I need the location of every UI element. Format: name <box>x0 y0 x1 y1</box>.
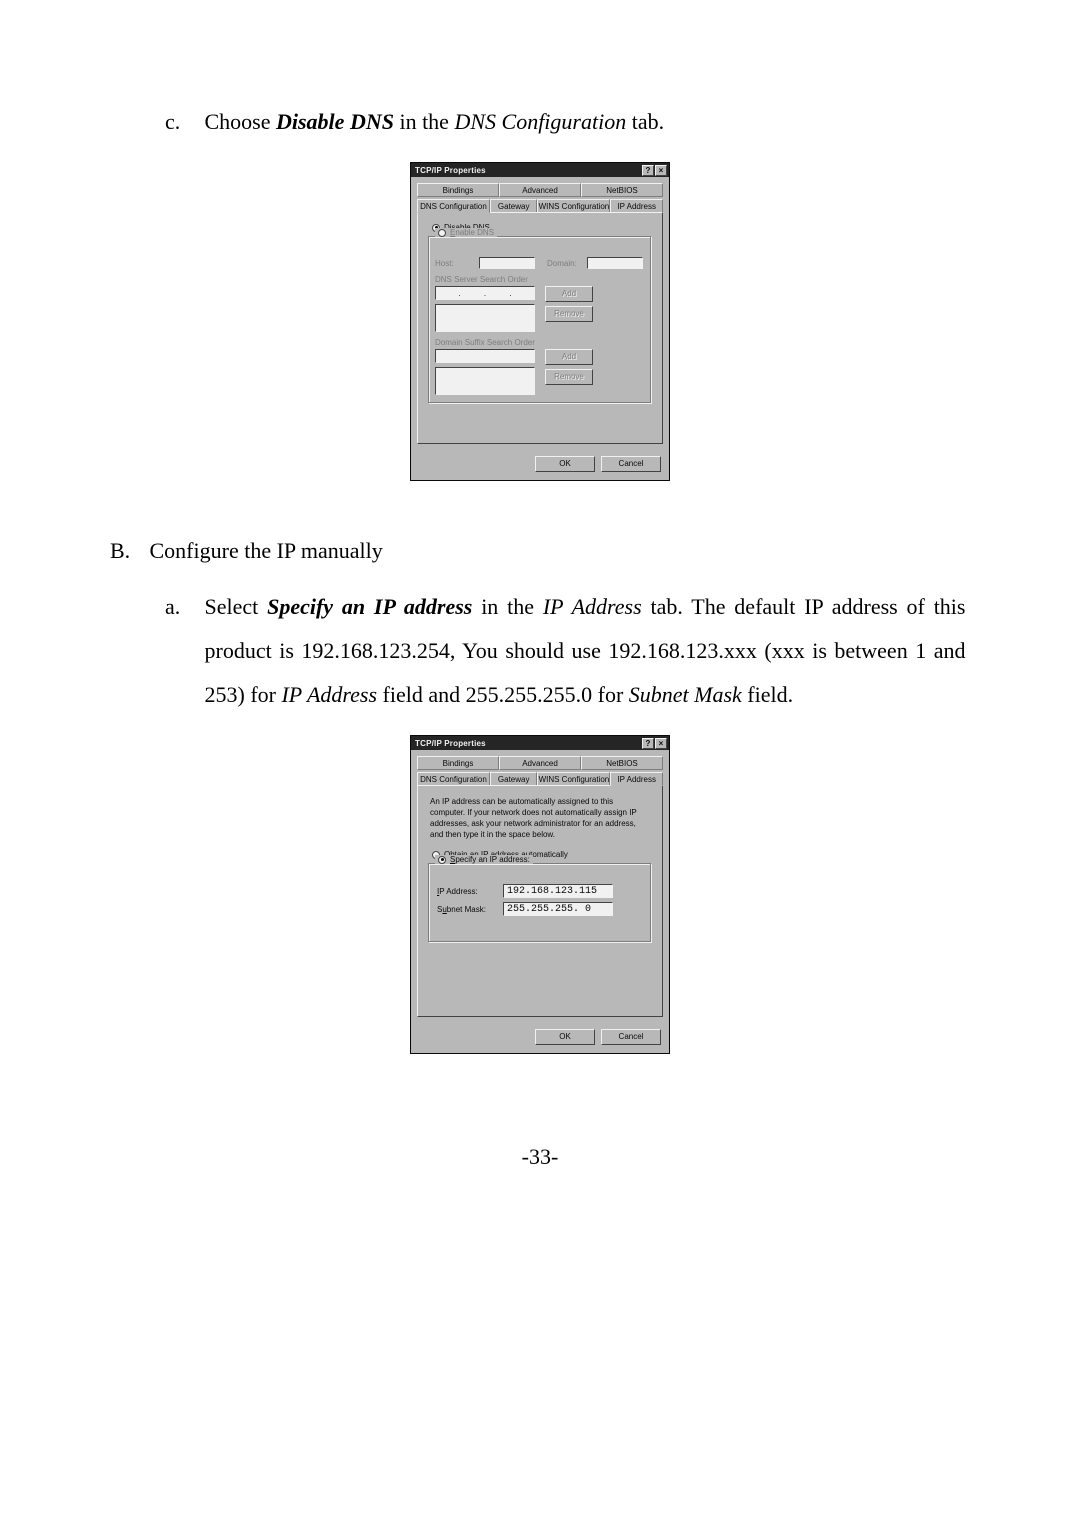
ok-button[interactable]: OK <box>535 1029 595 1045</box>
cancel-button[interactable]: Cancel <box>601 456 661 472</box>
ok-button[interactable]: OK <box>535 456 595 472</box>
tab-wins[interactable]: WINS Configuration <box>537 199 610 213</box>
tab-advanced[interactable]: Advanced <box>499 183 581 197</box>
list-marker: c. <box>165 100 199 144</box>
specify-ip-group: Specify an IP address: Specify an IP add… <box>428 863 652 943</box>
page-number: -33- <box>110 1144 970 1170</box>
radio-enable-dns[interactable]: Enable DNS Enable DNS <box>435 228 497 237</box>
ip-info-text: An IP address can be automatically assig… <box>430 796 650 840</box>
help-button[interactable]: ? <box>642 738 654 749</box>
dns-list[interactable] <box>435 304 535 332</box>
tab-netbios[interactable]: NetBIOS <box>581 756 663 770</box>
tab-bindings[interactable]: Bindings <box>417 756 499 770</box>
tab-netbios[interactable]: NetBIOS <box>581 183 663 197</box>
tcpip-properties-dialog-ip: TCP/IP Properties ? × Bindings Advanced … <box>410 735 670 1054</box>
enable-dns-group: Enable DNS Enable DNS Host: Domain: DNS … <box>428 236 652 404</box>
close-button[interactable]: × <box>655 738 667 749</box>
subnet-mask-input[interactable]: 255.255.255. 0 <box>503 902 613 916</box>
suffix-add-button[interactable]: Add <box>545 349 593 365</box>
instruction-step-b: B. Configure the IP manually <box>110 529 970 573</box>
close-button[interactable]: × <box>655 165 667 176</box>
list-marker: a. <box>165 585 199 629</box>
tab-gateway[interactable]: Gateway <box>490 772 538 786</box>
tab-gateway[interactable]: Gateway <box>490 199 538 213</box>
tab-row-bottom: DNS Configuration Gateway WINS Configura… <box>417 772 663 786</box>
tab-advanced[interactable]: Advanced <box>499 756 581 770</box>
subnet-mask-label: Subnet Mask: <box>437 905 499 914</box>
suffix-search-order-label: Domain Suffix Search Order <box>435 338 645 347</box>
domain-input[interactable] <box>587 257 643 269</box>
instruction-step-c: c. Choose Disable DNS in the DNS Configu… <box>165 100 970 144</box>
dns-add-button[interactable]: Add <box>545 286 593 302</box>
tab-row-top: Bindings Advanced NetBIOS <box>417 756 663 770</box>
ip-address-input[interactable]: 192.168.123.115 <box>503 884 613 898</box>
document-page: c. Choose Disable DNS in the DNS Configu… <box>0 0 1080 1210</box>
title-bar[interactable]: TCP/IP Properties ? × <box>411 736 669 750</box>
list-marker: B. <box>110 529 144 573</box>
radio-dot-icon <box>438 856 446 864</box>
tab-dns-configuration[interactable]: DNS Configuration <box>417 199 490 213</box>
tab-row-top: Bindings Advanced NetBIOS <box>417 183 663 197</box>
cancel-button[interactable]: Cancel <box>601 1029 661 1045</box>
host-input[interactable] <box>479 257 535 269</box>
tab-wins[interactable]: WINS Configuration <box>537 772 610 786</box>
host-label: Host: <box>435 259 475 268</box>
dns-tab-panel: DDisable DNSisable DNS Enable DNS Enable… <box>417 212 663 444</box>
dns-search-order-label: DNS Server Search Order <box>435 275 645 284</box>
tcpip-properties-dialog-dns: TCP/IP Properties ? × Bindings Advanced … <box>410 162 670 481</box>
instruction-step-a: a. Select Specify an IP address in the I… <box>165 585 970 717</box>
window-title: TCP/IP Properties <box>415 166 641 175</box>
window-title: TCP/IP Properties <box>415 739 641 748</box>
dns-ip-input[interactable]: . . . <box>435 286 535 300</box>
dns-remove-button[interactable]: Remove <box>545 306 593 322</box>
dialog-footer: OK Cancel <box>411 1023 669 1053</box>
tab-ip-address[interactable]: IP Address <box>610 772 663 786</box>
ip-tab-panel: An IP address can be automatically assig… <box>417 785 663 1017</box>
radio-specify-ip[interactable]: Specify an IP address: Specify an IP add… <box>435 855 533 864</box>
suffix-input[interactable] <box>435 349 535 363</box>
tab-dns-configuration[interactable]: DNS Configuration <box>417 772 490 786</box>
tab-bindings[interactable]: Bindings <box>417 183 499 197</box>
dialog-footer: OK Cancel <box>411 450 669 480</box>
suffix-remove-button[interactable]: Remove <box>545 369 593 385</box>
ip-address-label: IP Address: <box>437 887 499 896</box>
tab-ip-address[interactable]: IP Address <box>610 199 663 213</box>
suffix-list[interactable] <box>435 367 535 395</box>
help-button[interactable]: ? <box>642 165 654 176</box>
tab-row-bottom: DNS Configuration Gateway WINS Configura… <box>417 199 663 213</box>
title-bar[interactable]: TCP/IP Properties ? × <box>411 163 669 177</box>
radio-dot-icon <box>438 229 446 237</box>
domain-label: Domain: <box>547 259 583 268</box>
